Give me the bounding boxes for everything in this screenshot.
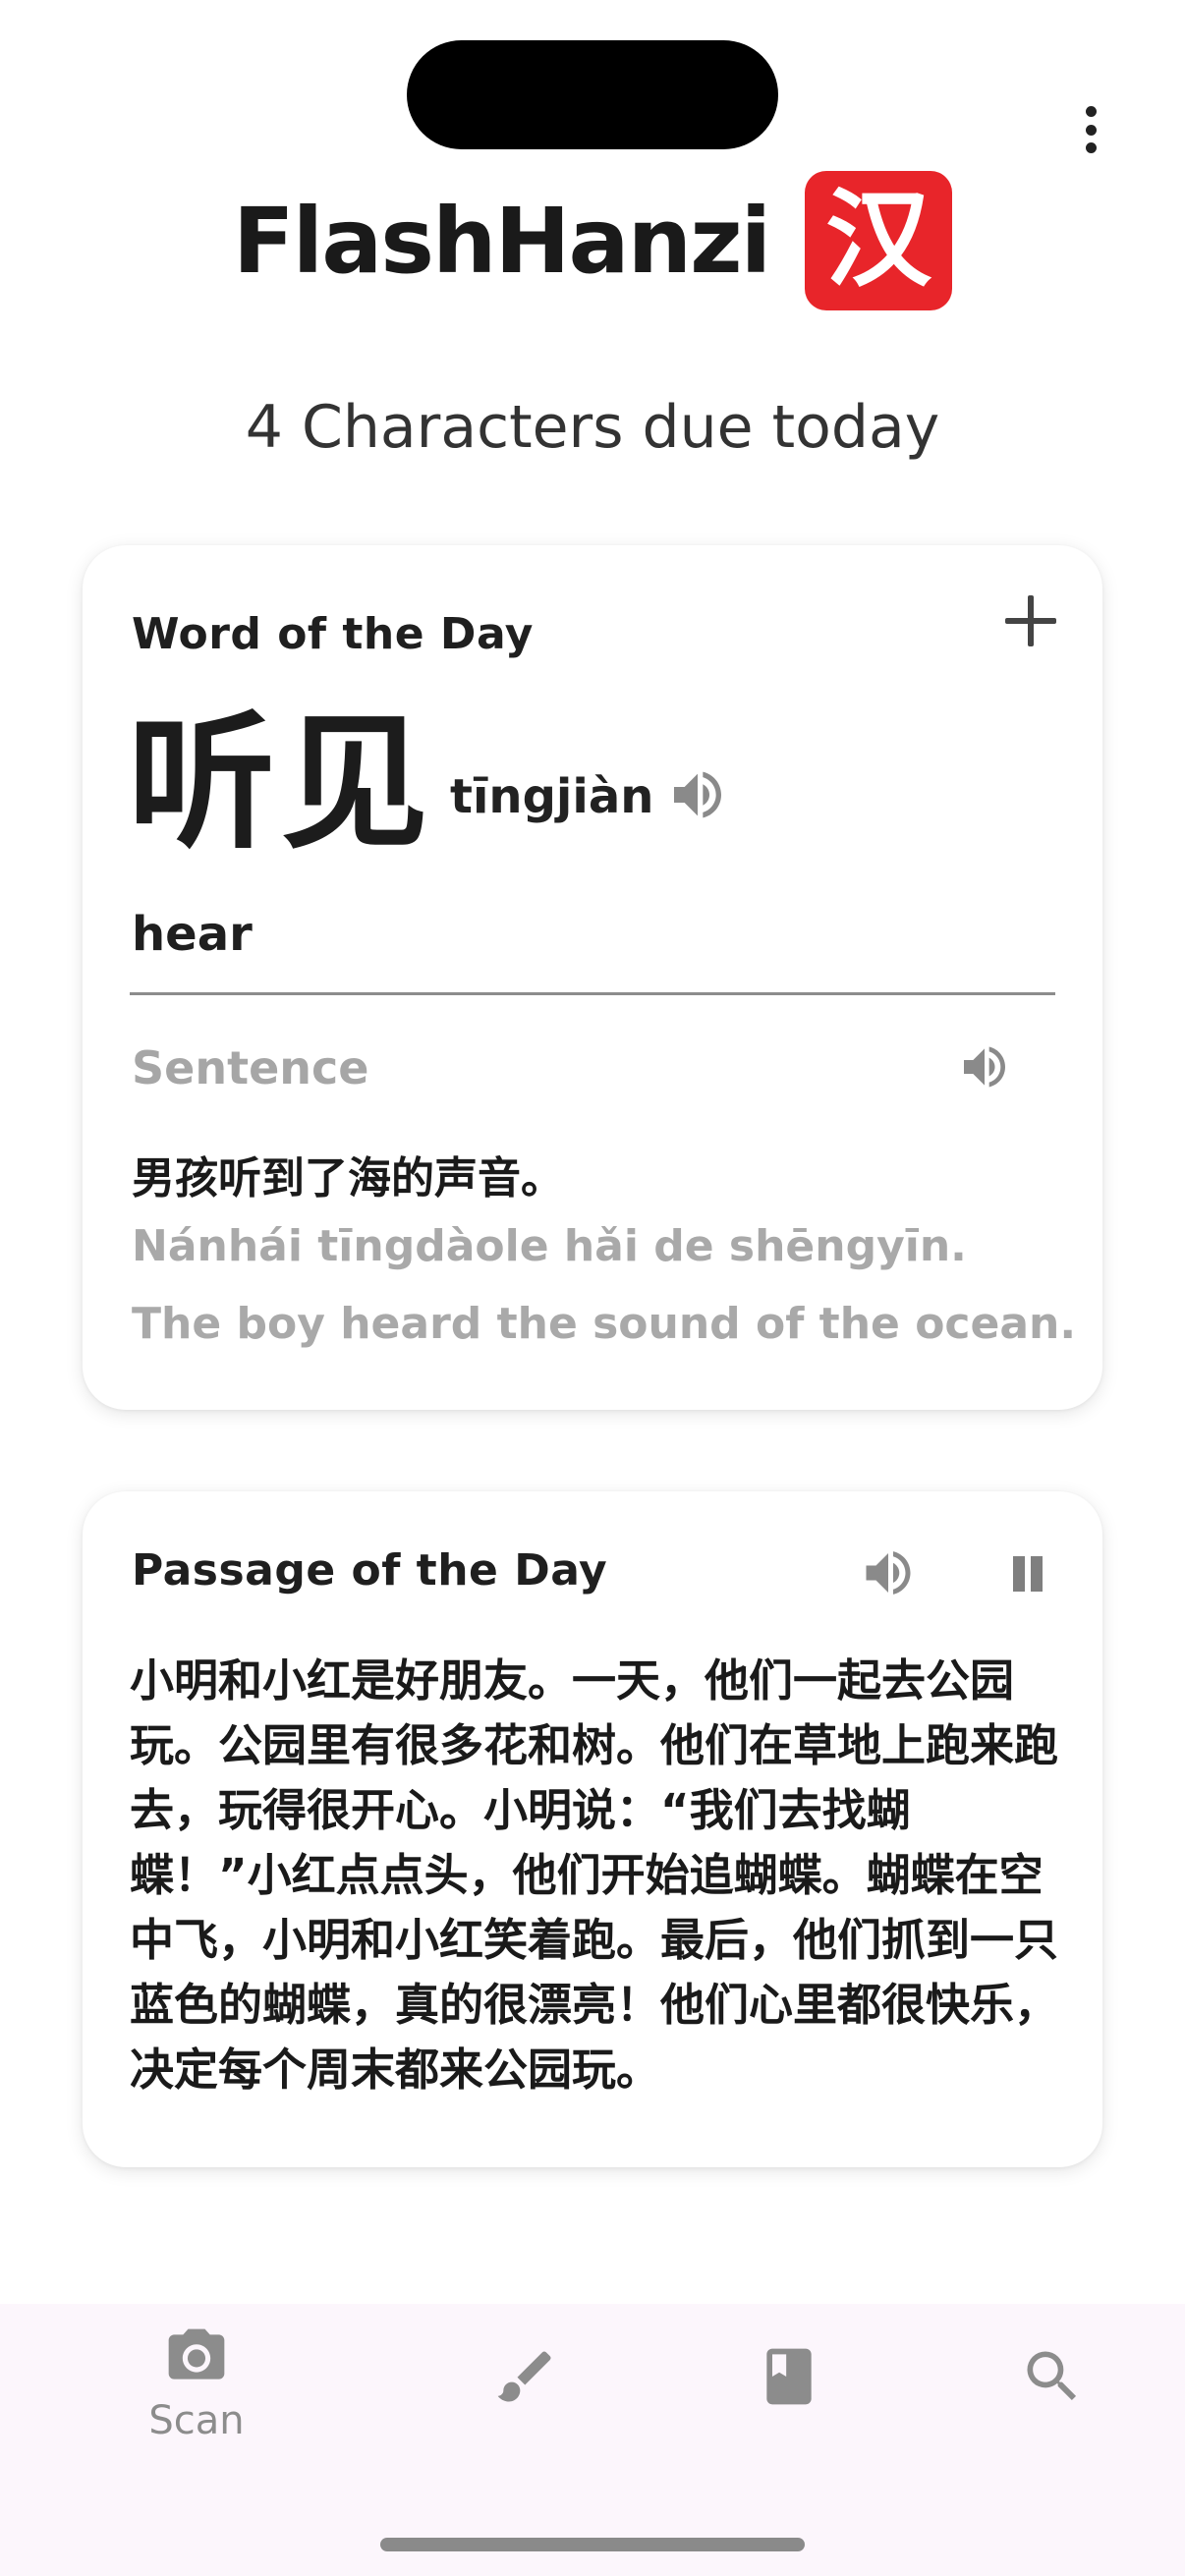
dynamic-island [407, 40, 778, 149]
divider [130, 992, 1055, 995]
more-options-icon[interactable] [1071, 98, 1110, 161]
nav-item-write[interactable] [427, 2343, 624, 2491]
card-title: Word of the Day [132, 609, 534, 659]
app-title: FlashHanzi [232, 188, 771, 294]
word-hanzi: 听见 [128, 699, 435, 869]
book-icon [756, 2343, 822, 2410]
word-of-the-day-card[interactable]: Word of the Day 听见 tīngjiàn hear Sentenc… [83, 545, 1102, 1410]
sentence-chinese: 男孩听到了海的声音。 [132, 1153, 564, 1204]
word-meaning: hear [132, 907, 253, 962]
nav-label-scan: Scan [148, 2398, 245, 2443]
sentence-translation: The boy heard the sound of the ocean. [132, 1299, 1077, 1349]
camera-icon [163, 2324, 230, 2390]
app-header: FlashHanzi 汉 [0, 167, 1185, 314]
sentence-label: Sentence [132, 1041, 369, 1094]
bottom-navigation: Scan [0, 2304, 1185, 2576]
sentence-pinyin: Nánhái tīngdàole hǎi de shēngyīn. [132, 1221, 967, 1271]
home-indicator[interactable] [380, 2538, 805, 2551]
word-pinyin: tīngjiàn [450, 769, 654, 824]
app-logo: 汉 [805, 171, 953, 310]
search-icon [1019, 2343, 1086, 2410]
speaker-icon[interactable] [859, 1543, 918, 1602]
due-today-text[interactable]: 4 Characters due today [0, 393, 1185, 462]
brush-icon [492, 2343, 559, 2410]
passage-text: 小明和小红是好朋友。一天，他们一起去公园玩。公园里有很多花和树。他们在草地上跑来… [130, 1654, 1059, 2096]
speaker-icon[interactable] [957, 1039, 1012, 1094]
pause-icon[interactable] [1006, 1550, 1049, 1597]
speaker-icon[interactable] [666, 763, 729, 826]
nav-item-scan[interactable]: Scan [98, 2324, 295, 2471]
nav-item-deck[interactable] [691, 2343, 887, 2491]
home-screen: FlashHanzi 汉 4 Characters due today Word… [0, 0, 1185, 2576]
nav-item-search[interactable] [954, 2343, 1151, 2491]
card-title: Passage of the Day [132, 1545, 608, 1596]
passage-of-the-day-card[interactable]: Passage of the Day 小明和小红是好朋友。一天，他们一起去公园玩… [83, 1491, 1102, 2167]
plus-icon[interactable] [996, 587, 1065, 655]
